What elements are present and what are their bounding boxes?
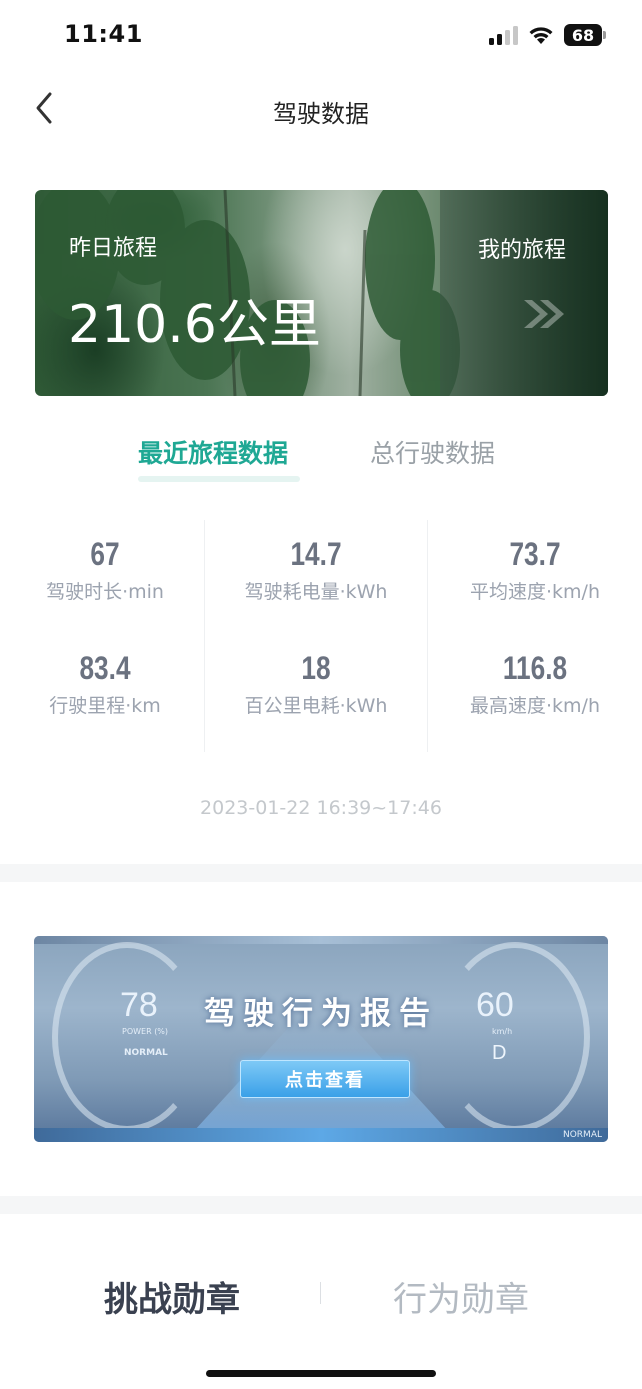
yesterday-trip-banner[interactable]: 昨日旅程 210.6公里 我的旅程	[35, 190, 608, 396]
battery-icon: 68	[564, 24, 606, 46]
stat-value: 73.7	[509, 536, 561, 572]
active-tab-indicator	[138, 476, 300, 482]
stat-energy-per-100km: 18 百公里电耗·kWh	[211, 650, 421, 718]
gear-indicator: D	[492, 1042, 507, 1064]
wifi-icon	[528, 25, 554, 45]
driving-report-title: 驾驶行为报告	[204, 996, 438, 1032]
driving-report-banner[interactable]: 78 POWER (%) NORMAL 驾驶行为报告 60 km/h D 点击查…	[34, 936, 608, 1142]
drive-mode-right: NORMAL	[562, 1130, 602, 1140]
speed-dial-icon	[440, 942, 590, 1132]
page-title: 驾驶数据	[273, 100, 369, 128]
trip-label: 昨日旅程	[69, 236, 158, 261]
speed-value: 60	[476, 986, 514, 1024]
stat-average-speed: 73.7 平均速度·km/h	[430, 536, 640, 604]
section-divider	[0, 1196, 642, 1214]
status-time: 11:41	[64, 20, 143, 48]
trip-distance: 210.6公里	[68, 295, 321, 355]
tab-behavior-medals[interactable]: 行为勋章	[393, 1272, 529, 1321]
stat-label: 行驶里程·km	[49, 695, 161, 717]
stat-label: 驾驶耗电量·kWh	[244, 581, 388, 603]
trip-time-range: 2023-01-22 16:39~17:46	[200, 797, 442, 819]
status-indicators: 68	[489, 24, 606, 46]
status-bar: 11:41 68	[0, 0, 642, 72]
stat-value: 67	[90, 536, 120, 572]
tab-challenge-medals[interactable]: 挑战勋章	[104, 1272, 240, 1321]
home-indicator[interactable]	[206, 1370, 436, 1377]
power-dial-icon	[52, 942, 202, 1132]
view-report-button[interactable]: 点击查看	[240, 1060, 410, 1098]
stat-label: 驾驶时长·min	[46, 581, 164, 603]
banner-bottom-strip	[34, 1128, 608, 1142]
tab-divider	[320, 1282, 321, 1304]
stat-label: 平均速度·km/h	[470, 581, 600, 603]
stat-value: 116.8	[502, 650, 568, 686]
my-trips-label[interactable]: 我的旅程	[478, 232, 566, 264]
column-divider	[427, 520, 428, 752]
stat-drive-duration: 67 驾驶时长·min	[0, 536, 210, 604]
stat-value: 83.4	[79, 650, 131, 686]
stat-label: 百公里电耗·kWh	[244, 695, 388, 717]
tab-recent-trip-data[interactable]: 最近旅程数据	[138, 434, 288, 470]
stat-value: 14.7	[290, 536, 342, 572]
double-chevron-right-icon[interactable]	[520, 296, 568, 332]
stat-max-speed: 116.8 最高速度·km/h	[430, 650, 640, 718]
speed-unit: km/h	[492, 1027, 513, 1036]
stat-energy-used: 14.7 驾驶耗电量·kWh	[211, 536, 421, 604]
drive-mode-left: NORMAL	[124, 1048, 168, 1058]
tab-total-driving-data[interactable]: 总行驶数据	[370, 434, 495, 470]
section-divider	[0, 864, 642, 882]
stat-distance: 83.4 行驶里程·km	[0, 650, 210, 718]
stat-value: 18	[301, 650, 331, 686]
my-trips-panel[interactable]	[440, 190, 608, 396]
cellular-signal-icon	[489, 25, 518, 45]
stat-label: 最高速度·km/h	[470, 695, 600, 717]
